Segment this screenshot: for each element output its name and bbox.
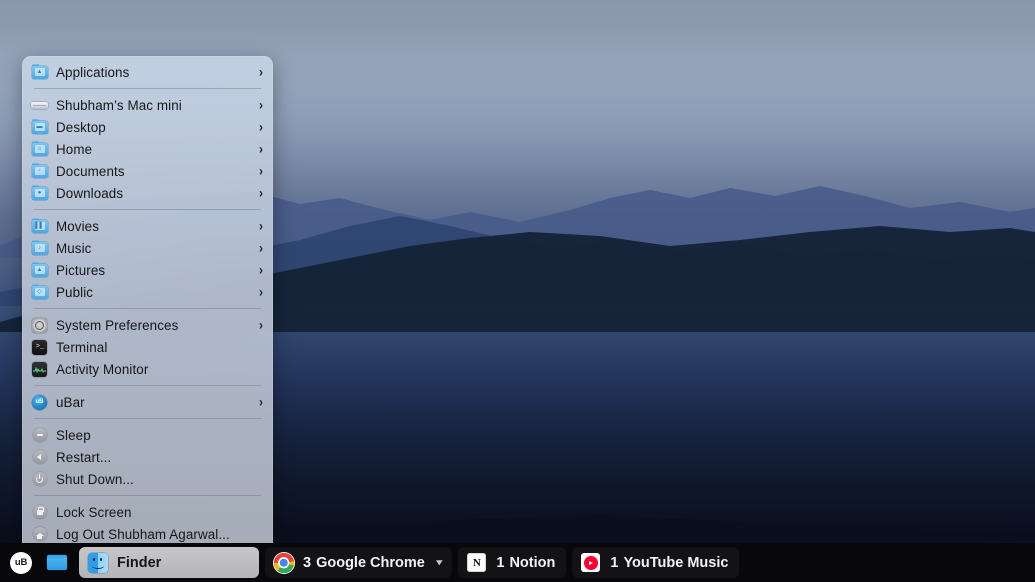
menu-separator — [34, 418, 261, 419]
submenu-chevron-right-icon: › — [259, 393, 263, 411]
submenu-chevron-right-icon: › — [259, 63, 263, 81]
taskbar-item-dropdown-caret-icon[interactable]: ▾ — [436, 557, 442, 568]
lock-icon — [31, 504, 48, 521]
menu-item-terminal[interactable]: >_ Terminal — [22, 336, 273, 358]
menu-item-applications[interactable]: ▲ Applications › — [22, 61, 273, 83]
menu-item-label: System Preferences — [56, 317, 179, 333]
menu-item-label: Activity Monitor — [56, 361, 149, 377]
ubar-icon: uB — [31, 394, 48, 411]
menu-item-label: Applications — [56, 64, 130, 80]
taskbar-item-window-count: 3 — [303, 554, 312, 571]
menu-item-label: Desktop — [56, 119, 106, 135]
taskbar-item-label: YouTube Music — [623, 554, 729, 571]
menu-item-label: Restart... — [56, 449, 112, 465]
submenu-chevron-right-icon: › — [259, 162, 263, 180]
submenu-chevron-right-icon: › — [259, 217, 263, 235]
desktop-window-icon — [47, 555, 67, 570]
logout-home-icon — [31, 526, 48, 543]
menu-item-label: Home — [56, 141, 93, 157]
folder-home-icon: ⌂ — [31, 140, 48, 158]
submenu-chevron-right-icon: › — [259, 96, 263, 114]
taskbar-item-youtube-music[interactable]: 1 YouTube Music — [572, 547, 740, 578]
menu-item-label: Music — [56, 240, 92, 256]
notion-icon: N — [466, 552, 487, 573]
chrome-icon — [273, 552, 294, 573]
menu-item-log-out-shubham-agarwal[interactable]: Log Out Shubham Agarwal... — [22, 523, 273, 545]
folder-downloads-icon: ● — [31, 184, 48, 202]
submenu-chevron-right-icon: › — [259, 316, 263, 334]
submenu-chevron-right-icon: › — [259, 184, 263, 202]
taskbar-left-controls: uB — [4, 543, 76, 582]
menu-item-desktop[interactable]: ▬ Desktop › — [22, 116, 273, 138]
taskbar-item-label: Notion — [509, 554, 556, 571]
submenu-chevron-right-icon: › — [259, 283, 263, 301]
ubar-taskbar[interactable]: uB Finder 3 Google Chrome ▾ N 1 Notion 1 YouTube… — [0, 543, 1035, 582]
taskbar-item-window-count: 1 — [610, 554, 619, 571]
shutdown-icon — [31, 471, 48, 488]
ubar-menu-button[interactable]: uB — [4, 543, 38, 582]
system-preferences-icon — [31, 317, 48, 334]
finder-icon — [87, 552, 108, 573]
menu-item-movies[interactable]: ▌▌ Movies › — [22, 215, 273, 237]
taskbar-item-label: Finder — [117, 554, 162, 571]
folder-pictures-icon: ▲ — [31, 261, 48, 279]
sleep-icon — [31, 427, 48, 444]
submenu-chevron-right-icon: › — [259, 261, 263, 279]
menu-item-activity-monitor[interactable]: Activity Monitor — [22, 358, 273, 380]
folder-desktop-icon: ▬ — [31, 118, 48, 136]
menu-separator — [34, 385, 261, 386]
menu-separator — [34, 308, 261, 309]
submenu-chevron-right-icon: › — [259, 118, 263, 136]
folder-documents-icon: ▫ — [31, 162, 48, 180]
menu-item-label: Terminal — [56, 339, 108, 355]
taskbar-item-window-count: 1 — [496, 554, 505, 571]
menu-item-restart[interactable]: Restart... — [22, 446, 273, 468]
menu-item-shut-down[interactable]: Shut Down... — [22, 468, 273, 490]
taskbar-item-google-chrome[interactable]: 3 Google Chrome ▾ — [265, 547, 453, 578]
taskbar-item-notion[interactable]: N 1 Notion — [458, 547, 567, 578]
folder-public-icon: ◇ — [31, 283, 48, 301]
menu-item-lock-screen[interactable]: Lock Screen — [22, 501, 273, 523]
youtube-music-icon — [580, 552, 601, 573]
menu-item-pictures[interactable]: ▲ Pictures › — [22, 259, 273, 281]
folder-movies-icon: ▌▌ — [31, 217, 48, 235]
menu-item-label: Lock Screen — [56, 504, 132, 520]
menu-item-home[interactable]: ⌂ Home › — [22, 138, 273, 160]
menu-item-label: Pictures — [56, 262, 106, 278]
menu-item-public[interactable]: ◇ Public › — [22, 281, 273, 303]
menu-item-music[interactable]: ♪ Music › — [22, 237, 273, 259]
taskbar-item-finder[interactable]: Finder — [79, 547, 259, 578]
menu-item-label: Public — [56, 284, 94, 300]
menu-item-shubham-s-mac-mini[interactable]: Shubham’s Mac mini › — [22, 94, 273, 116]
menu-item-ubar[interactable]: uB uBar › — [22, 391, 273, 413]
menu-item-label: Movies — [56, 218, 100, 234]
submenu-chevron-right-icon: › — [259, 140, 263, 158]
menu-separator — [34, 88, 261, 89]
folder-applications-icon: ▲ — [31, 63, 48, 81]
restart-icon — [31, 449, 48, 466]
menu-item-label: uBar — [56, 394, 85, 410]
menu-item-label: Downloads — [56, 185, 124, 201]
menu-item-sleep[interactable]: Sleep — [22, 424, 273, 446]
taskbar-item-label: Google Chrome — [316, 554, 425, 571]
menu-separator — [34, 209, 261, 210]
finder-context-menu[interactable]: ▲ Applications › Shubham’s Mac mini › ▬ Deskto… — [22, 56, 273, 545]
submenu-chevron-right-icon: › — [259, 239, 263, 257]
menu-separator — [34, 495, 261, 496]
folder-music-icon: ♪ — [31, 239, 48, 257]
terminal-icon: >_ — [31, 339, 48, 356]
ubar-logo-icon: uB — [10, 551, 32, 574]
menu-item-label: Shubham’s Mac mini — [56, 97, 182, 113]
menu-item-label: Shut Down... — [56, 471, 134, 487]
menu-item-label: Documents — [56, 163, 125, 179]
mac-mini-icon — [31, 97, 48, 114]
menu-item-label: Log Out Shubham Agarwal... — [56, 526, 230, 542]
menu-item-label: Sleep — [56, 427, 91, 443]
menu-item-documents[interactable]: ▫ Documents › — [22, 160, 273, 182]
activity-monitor-icon — [31, 361, 48, 378]
menu-item-downloads[interactable]: ● Downloads › — [22, 182, 273, 204]
menu-item-system-preferences[interactable]: System Preferences › — [22, 314, 273, 336]
show-desktop-button[interactable] — [38, 543, 76, 582]
taskbar-task-list: Finder 3 Google Chrome ▾ N 1 Notion 1 YouTube Mu… — [76, 547, 745, 578]
